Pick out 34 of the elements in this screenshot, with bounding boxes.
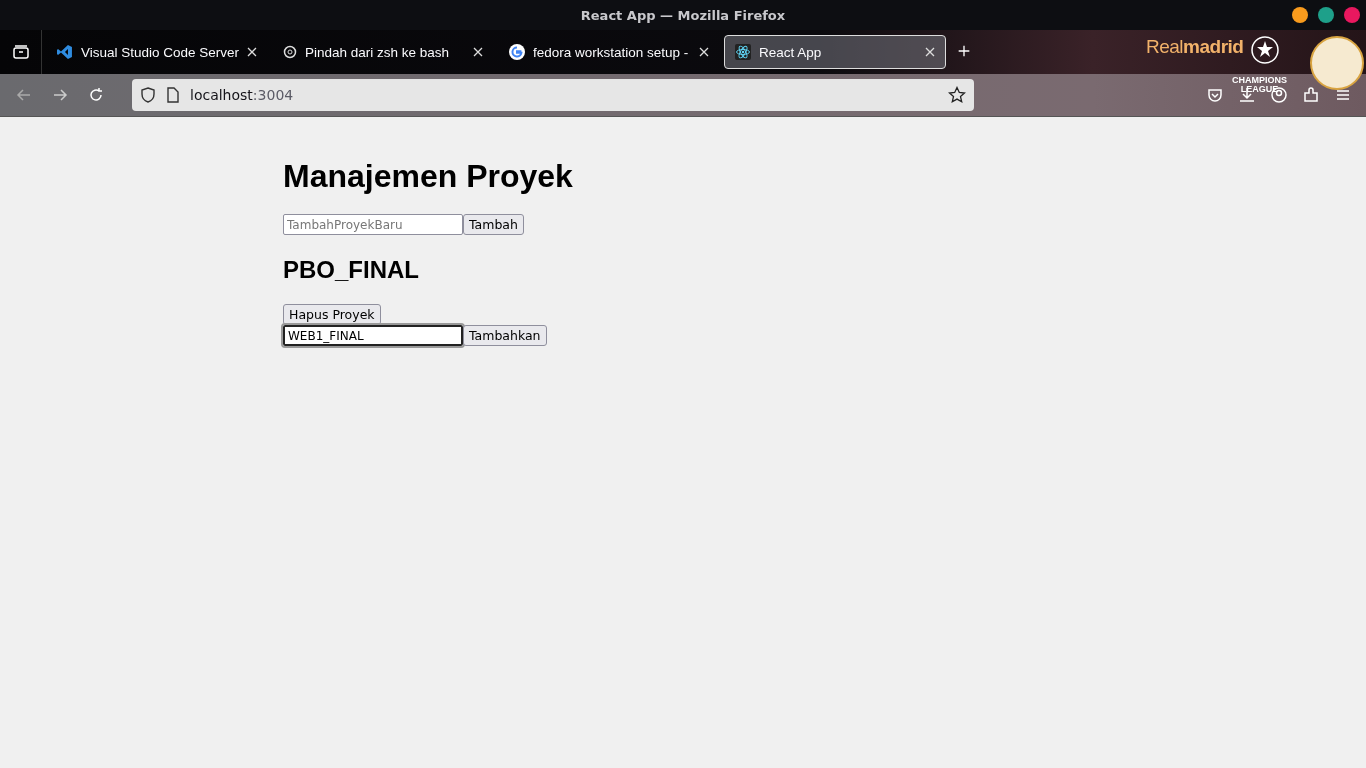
brand-logo-text: Realmadrid bbox=[1146, 36, 1244, 58]
add-task-button[interactable]: Tambahkan bbox=[463, 325, 547, 346]
project-title: PBO_FINAL bbox=[283, 256, 420, 284]
window-title: React App — Mozilla Firefox bbox=[580, 7, 786, 23]
minimize-button[interactable] bbox=[1292, 7, 1308, 23]
page-icon bbox=[166, 87, 180, 103]
address-bar[interactable]: localhost:3004 bbox=[132, 79, 974, 111]
league-logo-text: CHAMPIONS LEAGUE bbox=[1232, 76, 1287, 94]
plus-icon[interactable] bbox=[956, 43, 972, 59]
code-editor-icon bbox=[57, 44, 73, 60]
shield-icon bbox=[140, 87, 156, 103]
browser-tab[interactable]: React App bbox=[724, 35, 946, 69]
page-heading: Manajemen Proyek bbox=[283, 158, 574, 195]
pocket-icon[interactable] bbox=[1206, 86, 1224, 104]
close-icon[interactable] bbox=[247, 47, 257, 57]
add-button[interactable]: Tambah bbox=[463, 214, 524, 235]
close-icon[interactable] bbox=[925, 47, 935, 57]
browser-tab[interactable]: Pindah dari zsh ke bash bbox=[272, 35, 494, 69]
reload-icon[interactable] bbox=[87, 86, 105, 104]
tray-icon[interactable] bbox=[11, 43, 30, 61]
google-g-icon bbox=[509, 44, 525, 60]
close-icon[interactable] bbox=[699, 47, 709, 57]
atom-icon bbox=[735, 44, 751, 60]
close-icon[interactable] bbox=[473, 47, 483, 57]
star-ball-icon bbox=[1250, 35, 1280, 65]
browser-tab[interactable]: Visual Studio Code Server bbox=[46, 35, 268, 69]
close-button[interactable] bbox=[1344, 7, 1360, 23]
bookmark-star-icon[interactable] bbox=[948, 86, 966, 104]
browser-tab[interactable]: fedora workstation setup - bbox=[498, 35, 720, 69]
extensions-icon[interactable] bbox=[1302, 86, 1320, 104]
new-project-field[interactable]: TambahProyekBaru bbox=[283, 214, 463, 235]
delete-project-button[interactable]: Hapus Proyek bbox=[283, 304, 381, 325]
maximize-button[interactable] bbox=[1318, 7, 1334, 23]
task-field[interactable]: WEB1_FINAL bbox=[283, 325, 463, 346]
